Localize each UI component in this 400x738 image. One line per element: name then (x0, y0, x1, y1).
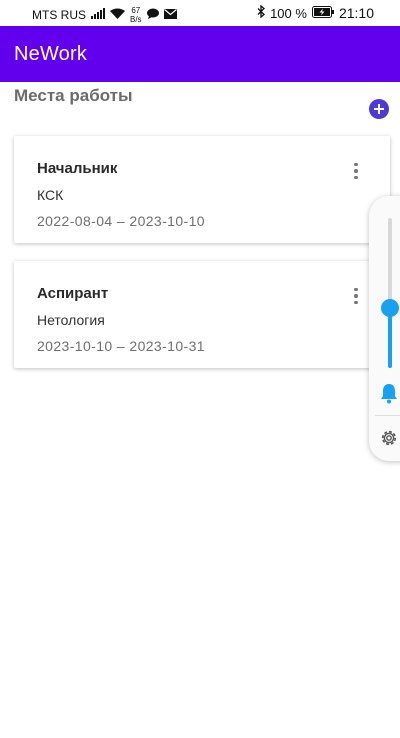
status-bar: MTS RUS 67 B/s 100 % 21:10 (0, 0, 400, 26)
job-card: Начальник КСК 2022-08-04 – 2023-10-10 (14, 136, 390, 243)
chat-notification-icon (146, 8, 159, 22)
divider (375, 415, 400, 416)
ringer-bell-icon[interactable] (379, 382, 399, 409)
volume-slider-fill (388, 308, 392, 368)
section-title: Места работы (14, 86, 133, 105)
job-company: Нетология (37, 312, 105, 328)
battery-charging-icon (311, 5, 334, 21)
app-title: NeWork (14, 43, 88, 65)
job-position: Аспирант (37, 285, 109, 302)
more-options-icon[interactable] (344, 160, 368, 182)
plus-icon (374, 104, 384, 114)
volume-slider-thumb[interactable] (381, 299, 399, 317)
app-bar: NeWork (0, 26, 400, 82)
add-job-button[interactable] (369, 99, 389, 119)
more-options-icon[interactable] (344, 285, 368, 307)
settings-gear-icon[interactable] (379, 428, 399, 453)
mail-icon (163, 8, 177, 22)
job-card: Аспирант Нетология 2023-10-10 – 2023-10-… (14, 261, 390, 368)
job-dates: 2023-10-10 – 2023-10-31 (37, 338, 205, 354)
network-speed: 67 B/s (130, 6, 142, 24)
wifi-icon (110, 8, 125, 22)
clock: 21:10 (338, 5, 374, 21)
battery-percent: 100 % (270, 5, 307, 21)
volume-panel (369, 196, 400, 461)
job-company: КСК (37, 187, 64, 203)
bluetooth-icon (257, 4, 266, 21)
job-dates: 2022-08-04 – 2023-10-10 (37, 213, 205, 229)
volume-slider[interactable] (388, 218, 392, 368)
job-position: Начальник (37, 160, 118, 177)
carrier-name: MTS RUS (32, 8, 86, 22)
signal-icon (91, 8, 105, 22)
